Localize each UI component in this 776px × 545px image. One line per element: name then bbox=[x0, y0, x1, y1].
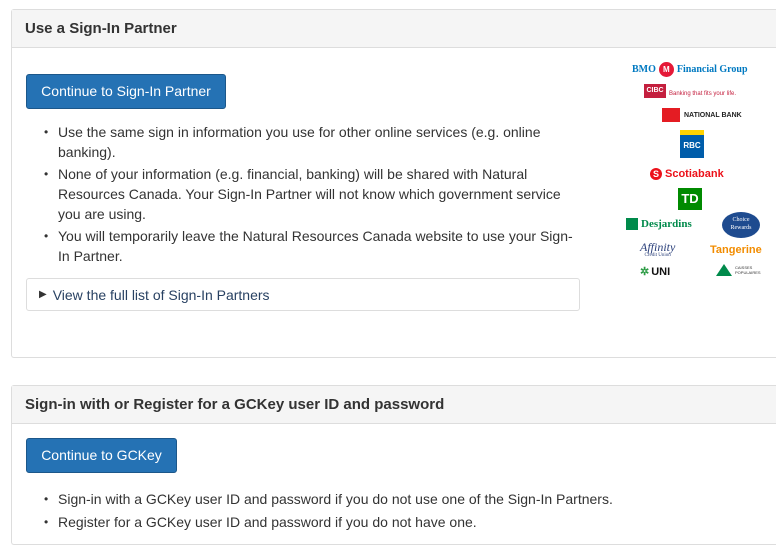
national-bank-logo: NATIONAL BANK bbox=[662, 108, 742, 122]
uni-logo: ✲ UNI bbox=[640, 266, 671, 278]
sign-in-partner-heading: Use a Sign-In Partner bbox=[12, 10, 776, 48]
continue-to-gckey-button[interactable]: Continue to GCKey bbox=[26, 438, 177, 473]
bmo-logo: BMO M Financial Group bbox=[632, 62, 748, 77]
cibc-logo: CIBC Banking that fits your life. bbox=[644, 84, 736, 98]
list-item: Sign-in with a GCKey user ID and passwor… bbox=[36, 489, 776, 509]
sign-in-partner-info-list: Use the same sign in information you use… bbox=[36, 122, 576, 268]
uni-star-icon: ✲ bbox=[640, 266, 650, 278]
affinity-logo: Affinity Credit Union bbox=[640, 240, 676, 258]
choice-rewards-logo: Choice Rewards bbox=[722, 212, 760, 238]
list-item: Use the same sign in information you use… bbox=[36, 122, 576, 162]
desjardins-logo: Desjardins bbox=[626, 218, 692, 230]
list-item: Register for a GCKey user ID and passwor… bbox=[36, 512, 776, 532]
td-logo: TD bbox=[678, 188, 702, 210]
continue-to-sign-in-partner-button[interactable]: Continue to Sign-In Partner bbox=[26, 74, 226, 109]
national-bank-flag-icon bbox=[662, 108, 680, 122]
partners-list-expander-label: View the full list of Sign-In Partners bbox=[52, 286, 270, 303]
partner-logos: BMO M Financial Group CIBC Banking that fi… bbox=[612, 60, 772, 280]
scotiabank-s-icon: S bbox=[650, 168, 662, 180]
caisses-triangle-icon bbox=[716, 264, 732, 276]
list-item: You will temporarily leave the Natural R… bbox=[36, 226, 576, 266]
triangle-right-icon: ▶ bbox=[39, 289, 47, 300]
caisses-populaires-logo: CAISSES POPULAIRES bbox=[716, 264, 761, 276]
desjardins-icon bbox=[626, 218, 638, 230]
partners-list-expander[interactable]: ▶ View the full list of Sign-In Partners bbox=[26, 278, 580, 311]
sign-in-partner-panel: Use a Sign-In Partner Continue to Sign-I… bbox=[11, 9, 776, 358]
gckey-panel: Sign-in with or Register for a GCKey use… bbox=[11, 385, 776, 545]
gckey-heading: Sign-in with or Register for a GCKey use… bbox=[12, 386, 776, 424]
tangerine-logo: Tangerine bbox=[710, 244, 762, 256]
rbc-logo: RBC bbox=[680, 130, 704, 158]
bmo-roundel-icon: M bbox=[658, 62, 674, 77]
list-item: None of your information (e.g. financial… bbox=[36, 164, 576, 224]
scotiabank-logo: S Scotiabank bbox=[650, 168, 724, 180]
gckey-info-list: Sign-in with a GCKey user ID and passwor… bbox=[36, 489, 776, 535]
